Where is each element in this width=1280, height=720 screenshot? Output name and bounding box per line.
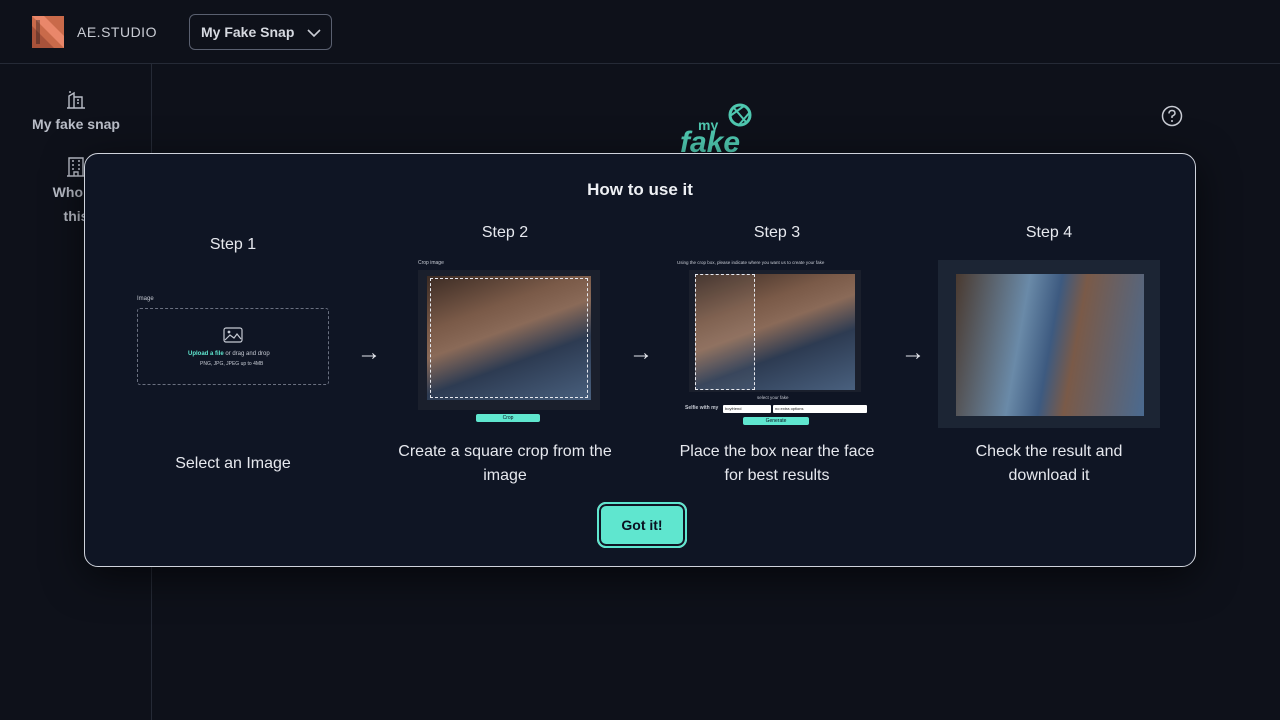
mock-upload-rest: or drag and drop	[223, 351, 270, 357]
step-4-description-line2: download it	[1008, 467, 1090, 484]
mock-upload-hint: PNG, JPG, JPEG up to 4MB	[200, 361, 264, 367]
step-2-label: Step 2	[481, 224, 529, 241]
step-3-placement-illustration: Using the crop box, please indicate wher…	[677, 260, 877, 426]
step-3-description-line1: Place the box near the face	[679, 443, 875, 460]
step-2-description-line2: image	[483, 467, 527, 484]
arrow-icon: →	[629, 339, 653, 366]
step-1-description: Select an Image	[175, 455, 291, 472]
mock-selfie-label: Selfie with my	[685, 405, 719, 411]
step-3-label: Step 3	[753, 224, 801, 241]
step-1-label: Step 1	[209, 236, 257, 253]
step-4-label: Step 4	[1025, 224, 1073, 241]
couple-photo	[956, 274, 1144, 416]
mock-crop-button: Crop	[476, 414, 540, 422]
step-4-result-illustration	[938, 260, 1160, 428]
arrow-icon: →	[901, 339, 925, 366]
step-3-description-line2: for best results	[724, 467, 830, 484]
step-2-description-line1: Create a square crop from the	[398, 443, 612, 460]
mock-image-field-label: Image	[137, 296, 154, 302]
modal-overlay: How to use it Step 1 Image Upload a file…	[0, 0, 1280, 720]
step-1-upload-illustration: Upload a file or drag and drop PNG, JPG,…	[137, 308, 329, 385]
mock-place-title: Using the crop box, please indicate wher…	[677, 260, 825, 265]
got-it-button[interactable]: Got it!	[597, 502, 687, 548]
step-4-description-line1: Check the result and	[975, 443, 1123, 460]
mock-generate-button: Generate	[743, 417, 809, 425]
how-to-use-modal: How to use it Step 1 Image Upload a file…	[84, 153, 1196, 567]
mock-crop-title: Crop image	[418, 260, 444, 266]
image-icon	[223, 327, 243, 343]
step-2-crop-illustration: Crop image Crop	[418, 260, 600, 426]
mock-upload-link: Upload a file	[188, 351, 224, 357]
mock-select-label: select your fake	[757, 395, 789, 400]
modal-title: How to use it	[587, 180, 693, 199]
mock-option-1: boyfriend	[725, 406, 742, 411]
mock-option-2: no extra options	[775, 406, 804, 411]
arrow-icon: →	[357, 339, 381, 366]
